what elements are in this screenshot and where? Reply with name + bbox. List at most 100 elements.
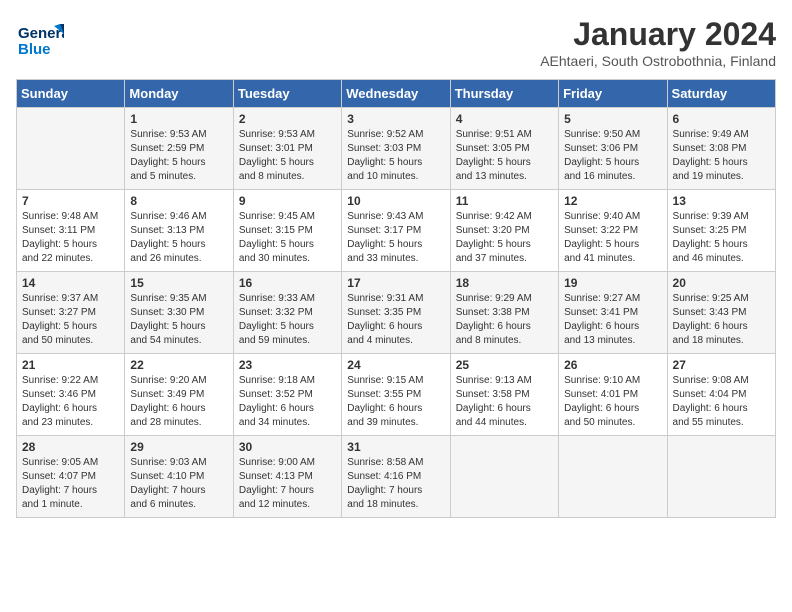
day-number: 28 bbox=[22, 440, 119, 454]
day-info: Sunrise: 9:46 AM Sunset: 3:13 PM Dayligh… bbox=[130, 210, 227, 266]
calendar-cell bbox=[559, 436, 667, 518]
day-number: 23 bbox=[239, 358, 336, 372]
day-info: Sunrise: 9:53 AM Sunset: 3:01 PM Dayligh… bbox=[239, 128, 336, 184]
day-number: 18 bbox=[456, 276, 553, 290]
calendar-cell: 19 Sunrise: 9:27 AM Sunset: 3:41 PM Dayli… bbox=[559, 272, 667, 354]
calendar-cell: 2 Sunrise: 9:53 AM Sunset: 3:01 PM Daylig… bbox=[233, 108, 341, 190]
day-number: 11 bbox=[456, 194, 553, 208]
calendar-cell: 10 Sunrise: 9:43 AM Sunset: 3:17 PM Dayli… bbox=[342, 190, 450, 272]
day-number: 22 bbox=[130, 358, 227, 372]
day-number: 26 bbox=[564, 358, 661, 372]
day-info: Sunrise: 9:45 AM Sunset: 3:15 PM Dayligh… bbox=[239, 210, 336, 266]
day-info: Sunrise: 9:27 AM Sunset: 3:41 PM Dayligh… bbox=[564, 292, 661, 348]
calendar-table: SundayMondayTuesdayWednesdayThursdayFrid… bbox=[16, 79, 776, 518]
day-info: Sunrise: 9:15 AM Sunset: 3:55 PM Dayligh… bbox=[347, 374, 444, 430]
title-area: January 2024 AEhtaeri, South Ostrobothni… bbox=[540, 16, 776, 69]
weekday-header: Monday bbox=[125, 80, 233, 108]
calendar-cell bbox=[17, 108, 125, 190]
day-info: Sunrise: 9:50 AM Sunset: 3:06 PM Dayligh… bbox=[564, 128, 661, 184]
calendar-cell: 30 Sunrise: 9:00 AM Sunset: 4:13 PM Dayli… bbox=[233, 436, 341, 518]
calendar-body: 1Sunrise: 9:53 AM Sunset: 2:59 PM Daylig… bbox=[17, 108, 776, 518]
calendar-cell: 22 Sunrise: 9:20 AM Sunset: 3:49 PM Dayli… bbox=[125, 354, 233, 436]
calendar-cell: 27Sunrise: 9:08 AM Sunset: 4:04 PM Dayli… bbox=[667, 354, 775, 436]
day-number: 9 bbox=[239, 194, 336, 208]
calendar-header-row: SundayMondayTuesdayWednesdayThursdayFrid… bbox=[17, 80, 776, 108]
day-info: Sunrise: 9:29 AM Sunset: 3:38 PM Dayligh… bbox=[456, 292, 553, 348]
day-info: Sunrise: 9:42 AM Sunset: 3:20 PM Dayligh… bbox=[456, 210, 553, 266]
day-info: Sunrise: 9:51 AM Sunset: 3:05 PM Dayligh… bbox=[456, 128, 553, 184]
calendar-cell: 16 Sunrise: 9:33 AM Sunset: 3:32 PM Dayli… bbox=[233, 272, 341, 354]
calendar-title: January 2024 bbox=[540, 16, 776, 53]
day-number: 16 bbox=[239, 276, 336, 290]
calendar-cell: 23 Sunrise: 9:18 AM Sunset: 3:52 PM Dayli… bbox=[233, 354, 341, 436]
header: General Blue January 2024 AEhtaeri, Sout… bbox=[16, 16, 776, 69]
calendar-week-row: 1Sunrise: 9:53 AM Sunset: 2:59 PM Daylig… bbox=[17, 108, 776, 190]
calendar-cell: 7Sunrise: 9:48 AM Sunset: 3:11 PM Daylig… bbox=[17, 190, 125, 272]
day-number: 3 bbox=[347, 112, 444, 126]
calendar-cell: 12 Sunrise: 9:40 AM Sunset: 3:22 PM Dayli… bbox=[559, 190, 667, 272]
day-number: 13 bbox=[673, 194, 770, 208]
weekday-header: Sunday bbox=[17, 80, 125, 108]
calendar-cell: 20 Sunrise: 9:25 AM Sunset: 3:43 PM Dayli… bbox=[667, 272, 775, 354]
day-info: Sunrise: 9:18 AM Sunset: 3:52 PM Dayligh… bbox=[239, 374, 336, 430]
day-number: 19 bbox=[564, 276, 661, 290]
logo: General Blue bbox=[16, 16, 64, 69]
calendar-cell: 17 Sunrise: 9:31 AM Sunset: 3:35 PM Dayli… bbox=[342, 272, 450, 354]
calendar-cell: 9 Sunrise: 9:45 AM Sunset: 3:15 PM Daylig… bbox=[233, 190, 341, 272]
calendar-cell: 8 Sunrise: 9:46 AM Sunset: 3:13 PM Daylig… bbox=[125, 190, 233, 272]
day-info: Sunrise: 9:31 AM Sunset: 3:35 PM Dayligh… bbox=[347, 292, 444, 348]
day-number: 2 bbox=[239, 112, 336, 126]
calendar-cell: 13 Sunrise: 9:39 AM Sunset: 3:25 PM Dayli… bbox=[667, 190, 775, 272]
day-info: Sunrise: 9:33 AM Sunset: 3:32 PM Dayligh… bbox=[239, 292, 336, 348]
day-number: 25 bbox=[456, 358, 553, 372]
calendar-cell bbox=[667, 436, 775, 518]
day-info: Sunrise: 9:00 AM Sunset: 4:13 PM Dayligh… bbox=[239, 456, 336, 512]
day-info: Sunrise: 9:25 AM Sunset: 3:43 PM Dayligh… bbox=[673, 292, 770, 348]
day-info: Sunrise: 9:37 AM Sunset: 3:27 PM Dayligh… bbox=[22, 292, 119, 348]
day-number: 15 bbox=[130, 276, 227, 290]
calendar-cell bbox=[450, 436, 558, 518]
calendar-cell: 6Sunrise: 9:49 AM Sunset: 3:08 PM Daylig… bbox=[667, 108, 775, 190]
day-info: Sunrise: 9:20 AM Sunset: 3:49 PM Dayligh… bbox=[130, 374, 227, 430]
day-number: 7 bbox=[22, 194, 119, 208]
day-number: 21 bbox=[22, 358, 119, 372]
day-info: Sunrise: 9:22 AM Sunset: 3:46 PM Dayligh… bbox=[22, 374, 119, 430]
day-info: Sunrise: 9:52 AM Sunset: 3:03 PM Dayligh… bbox=[347, 128, 444, 184]
day-number: 4 bbox=[456, 112, 553, 126]
day-info: Sunrise: 9:05 AM Sunset: 4:07 PM Dayligh… bbox=[22, 456, 119, 512]
weekday-header: Saturday bbox=[667, 80, 775, 108]
day-number: 24 bbox=[347, 358, 444, 372]
logo-icon: General Blue bbox=[16, 16, 64, 64]
day-number: 1 bbox=[130, 112, 227, 126]
day-info: Sunrise: 9:39 AM Sunset: 3:25 PM Dayligh… bbox=[673, 210, 770, 266]
day-info: Sunrise: 9:35 AM Sunset: 3:30 PM Dayligh… bbox=[130, 292, 227, 348]
day-number: 10 bbox=[347, 194, 444, 208]
day-info: Sunrise: 9:03 AM Sunset: 4:10 PM Dayligh… bbox=[130, 456, 227, 512]
calendar-cell: 25 Sunrise: 9:13 AM Sunset: 3:58 PM Dayli… bbox=[450, 354, 558, 436]
calendar-cell: 31Sunrise: 8:58 AM Sunset: 4:16 PM Dayli… bbox=[342, 436, 450, 518]
day-info: Sunrise: 9:08 AM Sunset: 4:04 PM Dayligh… bbox=[673, 374, 770, 430]
svg-text:Blue: Blue bbox=[18, 41, 51, 58]
calendar-cell: 5 Sunrise: 9:50 AM Sunset: 3:06 PM Daylig… bbox=[559, 108, 667, 190]
day-number: 5 bbox=[564, 112, 661, 126]
day-number: 8 bbox=[130, 194, 227, 208]
calendar-week-row: 14Sunrise: 9:37 AM Sunset: 3:27 PM Dayli… bbox=[17, 272, 776, 354]
calendar-week-row: 7Sunrise: 9:48 AM Sunset: 3:11 PM Daylig… bbox=[17, 190, 776, 272]
calendar-cell: 24 Sunrise: 9:15 AM Sunset: 3:55 PM Dayli… bbox=[342, 354, 450, 436]
calendar-cell: 21 Sunrise: 9:22 AM Sunset: 3:46 PM Dayli… bbox=[17, 354, 125, 436]
weekday-header: Friday bbox=[559, 80, 667, 108]
calendar-cell: 29Sunrise: 9:03 AM Sunset: 4:10 PM Dayli… bbox=[125, 436, 233, 518]
calendar-cell: 14Sunrise: 9:37 AM Sunset: 3:27 PM Dayli… bbox=[17, 272, 125, 354]
weekday-header: Thursday bbox=[450, 80, 558, 108]
calendar-cell: 4 Sunrise: 9:51 AM Sunset: 3:05 PM Daylig… bbox=[450, 108, 558, 190]
calendar-cell: 15 Sunrise: 9:35 AM Sunset: 3:30 PM Dayli… bbox=[125, 272, 233, 354]
day-number: 12 bbox=[564, 194, 661, 208]
calendar-week-row: 28 Sunrise: 9:05 AM Sunset: 4:07 PM Dayli… bbox=[17, 436, 776, 518]
day-number: 17 bbox=[347, 276, 444, 290]
day-info: Sunrise: 9:13 AM Sunset: 3:58 PM Dayligh… bbox=[456, 374, 553, 430]
day-number: 30 bbox=[239, 440, 336, 454]
day-info: Sunrise: 9:40 AM Sunset: 3:22 PM Dayligh… bbox=[564, 210, 661, 266]
day-number: 20 bbox=[673, 276, 770, 290]
calendar-cell: 1Sunrise: 9:53 AM Sunset: 2:59 PM Daylig… bbox=[125, 108, 233, 190]
day-info: Sunrise: 9:43 AM Sunset: 3:17 PM Dayligh… bbox=[347, 210, 444, 266]
